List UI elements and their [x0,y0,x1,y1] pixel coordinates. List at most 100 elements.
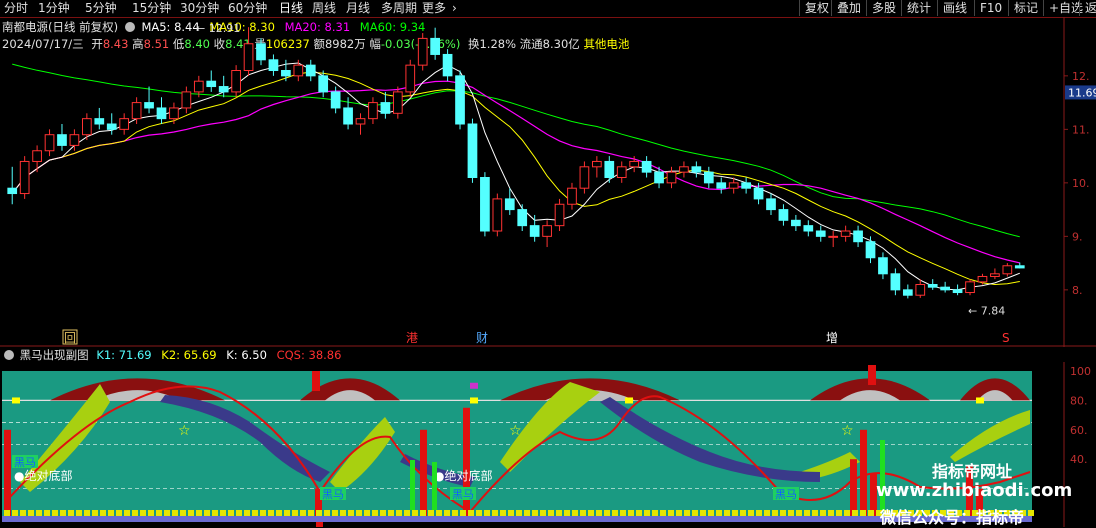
bottom-strip-cell [844,510,850,516]
period-tab-2[interactable]: 5分钟 [85,0,117,16]
candle-body [193,80,204,93]
candle-body [703,171,714,184]
period-tab-10[interactable]: 更多 [422,0,446,16]
toolbar-button-6[interactable]: 标记 [1008,0,1043,16]
black-horse-label: 黑马 [14,456,36,469]
period-tab-3[interactable]: 15分钟 [132,0,171,16]
candle-body [430,37,441,55]
period-tab-9[interactable]: 多周期 [381,0,417,16]
bottom-strip-cell [628,510,634,516]
period-tab-5[interactable]: 60分钟 [228,0,267,16]
candle-body [791,219,801,227]
bottom-strip-cell [268,510,274,516]
event-marker-zeng[interactable]: 增 [826,331,838,345]
toolbar-button-0[interactable]: 复权 [799,0,834,16]
candle-body [654,171,664,184]
candle-body [778,209,789,221]
bottom-strip-cell [420,510,426,516]
candle-body [417,37,428,66]
bottom-strip-cell [164,510,170,516]
candle-body [330,91,341,109]
absolute-bottom-label: ●绝对底部 [14,468,72,483]
candle-body [455,75,465,125]
more-chevron-icon[interactable]: › [452,0,457,16]
candle-body [355,118,366,125]
bottom-strip-cell [700,510,706,516]
bottom-strip-cell [524,510,530,516]
bottom-strip-cell [780,510,786,516]
green-bar [410,460,415,510]
bottom-strip-cell [636,510,642,516]
bottom-strip-cell [236,510,242,516]
event-marker-hui[interactable]: 回 [64,331,76,345]
candle-body [716,182,727,189]
bottom-strip-cell [684,510,690,516]
candle-body [616,166,627,179]
candle-body [7,187,18,195]
signal-bar [463,407,470,522]
period-tab-7[interactable]: 周线 [312,0,336,16]
candle-body [803,225,814,232]
bottom-strip-cell [852,510,858,516]
toolbar-button-5[interactable]: F10 [974,0,1007,16]
period-tab-0[interactable]: 分时 [4,0,28,16]
candle-body [915,284,926,296]
bottom-strip-cell [764,510,770,516]
bottom-strip-cell [620,510,626,516]
candle-body [679,166,689,173]
bottom-strip-cell [20,510,26,516]
toolbar-button-2[interactable]: 多股 [866,0,901,16]
yellow-marker [976,397,984,404]
period-tab-1[interactable]: 1分钟 [38,0,70,16]
toolbar-button-1[interactable]: 叠加 [831,0,866,16]
candle-body [952,289,963,294]
bottom-strip-cell [572,510,578,516]
indicator-name: 黑马出现副图 [19,348,89,362]
candlestick-chart[interactable]: 12. 11. 10. 9. 8. 11.69 ← 12.91 ← 7.84 回 港 财 增 S [0,17,1096,347]
star-icon: ☆ [178,423,191,439]
bottom-strip-cell [756,510,762,516]
star-icon: ☆ [841,423,854,439]
candle-body [206,80,217,88]
bottom-strip-cell [396,510,402,516]
bottom-strip-cell [484,510,490,516]
indicator-tick-label: 80. [1070,394,1088,407]
candle-body [604,160,615,178]
bottom-strip-cell [52,510,58,516]
indicator-settings-icon[interactable] [4,350,14,360]
star-icon: ☆ [509,423,522,439]
candle-body [442,53,453,77]
candle-body [728,182,739,189]
period-tab-8[interactable]: 月线 [346,0,370,16]
bottom-strip-cell [292,510,298,516]
bottom-strip-cell [516,510,522,516]
period-tab-4[interactable]: 30分钟 [180,0,219,16]
toolbar-button-4[interactable]: 画线 [937,0,972,16]
toolbar-button-8[interactable]: 返 [1079,0,1096,16]
bottom-strip-cell [212,510,218,516]
bottom-strip-cell [220,510,226,516]
event-marker-cai[interactable]: 财 [476,331,488,345]
period-toolbar: 分时 1分钟 5分钟 15分钟 30分钟 60分钟 日线 周线 月线 多周期 更多 › 复权 叠加 多股 统计… [0,0,1096,18]
bottom-strip-cell [380,510,386,516]
bottom-strip-cell [676,510,682,516]
toolbar-button-3[interactable]: 统计 [901,0,936,16]
event-marker-gang[interactable]: 港 [406,331,418,345]
bottom-strip-cell [300,510,306,516]
candle-body [480,177,490,232]
watermark-line2: www.zhibiaodi.com [876,480,1073,501]
bottom-strip-cell [140,510,146,516]
bottom-strip-cell [652,510,658,516]
candle-body [554,203,565,227]
bottom-strip-cell [500,510,506,516]
bottom-strip-cell [116,510,122,516]
bottom-strip-cell [716,510,722,516]
candle-body [305,64,316,77]
candle-body [641,160,652,173]
bottom-strip-cell [372,510,378,516]
event-marker-s[interactable]: S [1002,331,1010,345]
bottom-strip-cell [556,510,562,516]
period-tab-6[interactable]: 日线 [279,0,303,16]
candle-body [218,86,229,93]
watermark-line1: 指标帝网址 [932,462,1013,481]
